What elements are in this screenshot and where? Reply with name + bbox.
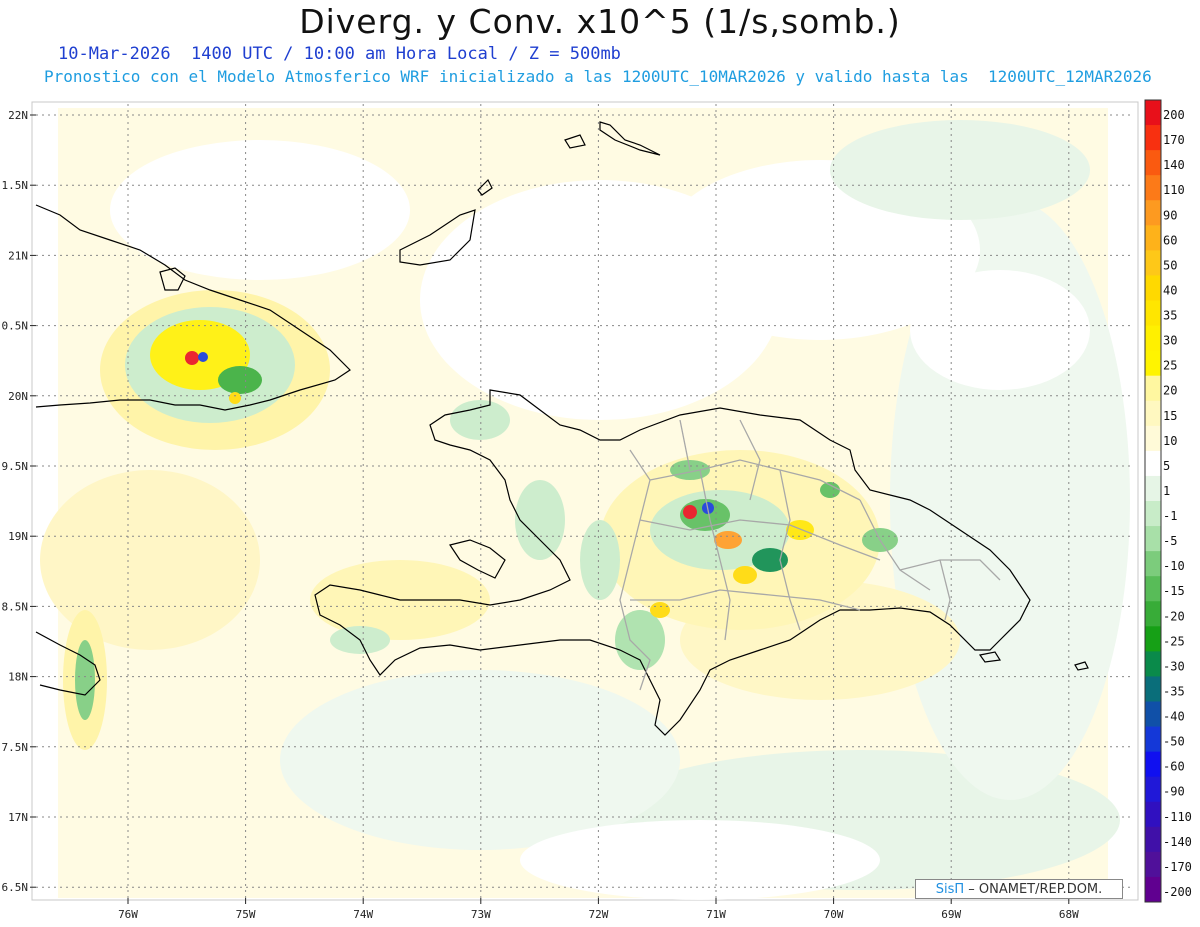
colorbar-label: -170 xyxy=(1163,860,1192,874)
colorbar-swatch xyxy=(1145,701,1161,728)
colorbar-label: -90 xyxy=(1163,785,1185,799)
colorbar-swatch xyxy=(1145,626,1161,652)
colorbar-swatch xyxy=(1145,100,1161,126)
colorbar-label: -35 xyxy=(1163,684,1185,698)
lon-label: 74W xyxy=(353,908,373,921)
colorbar-swatch xyxy=(1145,726,1161,753)
colorbar-label: -20 xyxy=(1163,609,1185,623)
colorbar-label: 200 xyxy=(1163,108,1185,122)
colorbar-swatch xyxy=(1145,826,1161,853)
colorbar-swatch xyxy=(1145,851,1161,878)
colorbar-label: 30 xyxy=(1163,334,1177,348)
colorbar-label: 170 xyxy=(1163,133,1185,147)
longitude-labels: 76W 75W 74W 73W 72W 71W 70W 69W 68W xyxy=(118,908,1079,921)
colorbar-label: -30 xyxy=(1163,659,1185,673)
colorbar-label: 90 xyxy=(1163,208,1177,222)
colorbar-swatch xyxy=(1145,125,1161,151)
colorbar-label: 50 xyxy=(1163,258,1177,272)
divergence-shading xyxy=(40,108,1130,900)
colorbar-swatch xyxy=(1145,350,1161,377)
lon-label: 68W xyxy=(1059,908,1079,921)
colorbar-swatch xyxy=(1145,150,1161,176)
lat-label: 18N xyxy=(8,671,28,684)
colorbar-swatch xyxy=(1145,576,1161,602)
lat-label: 20N xyxy=(8,390,28,403)
colorbar-label: 10 xyxy=(1163,434,1177,448)
lat-label: 17N xyxy=(8,811,28,824)
colorbar-swatch xyxy=(1145,551,1161,577)
colorbar-label: 110 xyxy=(1163,183,1185,197)
lat-label: 8.5N xyxy=(2,600,29,613)
lon-label: 69W xyxy=(941,908,961,921)
colorbar-label: -50 xyxy=(1163,735,1185,749)
colorbar-swatch xyxy=(1145,200,1161,226)
colorbar-swatch xyxy=(1145,651,1161,677)
colorbar-label: -40 xyxy=(1163,710,1185,724)
lon-label: 70W xyxy=(824,908,844,921)
colorbar-swatch xyxy=(1145,475,1161,502)
colorbar-label: -60 xyxy=(1163,760,1185,774)
colorbar-swatch xyxy=(1145,751,1161,778)
colorbar-swatch xyxy=(1145,776,1161,803)
lat-label: 19N xyxy=(8,530,28,543)
colorbar-label: 5 xyxy=(1163,459,1170,473)
colorbar-swatch xyxy=(1145,250,1161,276)
colorbar-label: 1 xyxy=(1163,484,1170,498)
lat-label: 6.5N xyxy=(2,881,29,894)
colorbar-label: 140 xyxy=(1163,158,1185,172)
colorbar-swatch xyxy=(1145,425,1161,452)
colorbar-label: -25 xyxy=(1163,634,1185,648)
colorbar-label: 20 xyxy=(1163,384,1177,398)
colorbar-swatch xyxy=(1145,526,1161,552)
lon-label: 73W xyxy=(471,908,491,921)
colorbar-label: -10 xyxy=(1163,559,1185,573)
forecast-map: 22N 1.5N 21N 0.5N 20N 9.5N 19N 8.5N 18N 7.5N 17N 6.… xyxy=(2,99,1192,921)
colorbar-label: 40 xyxy=(1163,283,1177,297)
colorbar-label: 15 xyxy=(1163,409,1177,423)
lat-label: 9.5N xyxy=(2,460,29,473)
lat-label: 7.5N xyxy=(2,741,29,754)
colorbar-swatch xyxy=(1145,375,1161,402)
colorbar-swatch xyxy=(1145,325,1161,352)
colorbar-label: 25 xyxy=(1163,359,1177,373)
colorbar-swatch xyxy=(1145,601,1161,627)
lon-label: 75W xyxy=(236,908,256,921)
colorbar-swatch xyxy=(1145,275,1161,301)
lon-label: 72W xyxy=(588,908,608,921)
colorbar-label: -15 xyxy=(1163,584,1185,598)
colorbar-swatch xyxy=(1145,801,1161,828)
colorbar-swatch xyxy=(1145,225,1161,251)
colorbar-label: 60 xyxy=(1163,233,1177,247)
colorbar-label: -5 xyxy=(1163,534,1177,548)
colorbar-swatch xyxy=(1145,400,1161,427)
colorbar-label: -110 xyxy=(1163,810,1192,824)
credit-brand: SisΠ xyxy=(935,882,965,897)
colorbar-swatch xyxy=(1145,450,1161,477)
lat-label: 21N xyxy=(8,249,28,262)
colorbar-label: -1 xyxy=(1163,509,1177,523)
lat-label: 22N xyxy=(8,109,28,122)
lon-label: 71W xyxy=(706,908,726,921)
latitude-labels: 22N 1.5N 21N 0.5N 20N 9.5N 19N 8.5N 18N 7.5N 17N 6.… xyxy=(2,109,29,894)
colorbar-label: -200 xyxy=(1163,885,1192,899)
colorbar-swatch xyxy=(1145,300,1161,327)
colorbar-swatch xyxy=(1145,175,1161,201)
credit-box: SisΠ – ONAMET/REP.DOM. xyxy=(915,879,1123,899)
lat-label: 1.5N xyxy=(2,179,29,192)
lon-label: 76W xyxy=(118,908,138,921)
colorbar: 200 170 140 110 90 60 50 40 35 30 25 20 15 10 5 1 -1 -5 -1… xyxy=(1144,99,1192,903)
colorbar-swatch xyxy=(1145,501,1161,527)
colorbar-swatch xyxy=(1145,876,1161,903)
colorbar-swatch xyxy=(1145,676,1161,702)
lat-label: 0.5N xyxy=(2,320,29,333)
colorbar-label: 35 xyxy=(1163,309,1177,323)
colorbar-label: -140 xyxy=(1163,835,1192,849)
credit-org: – ONAMET/REP.DOM. xyxy=(968,882,1103,897)
